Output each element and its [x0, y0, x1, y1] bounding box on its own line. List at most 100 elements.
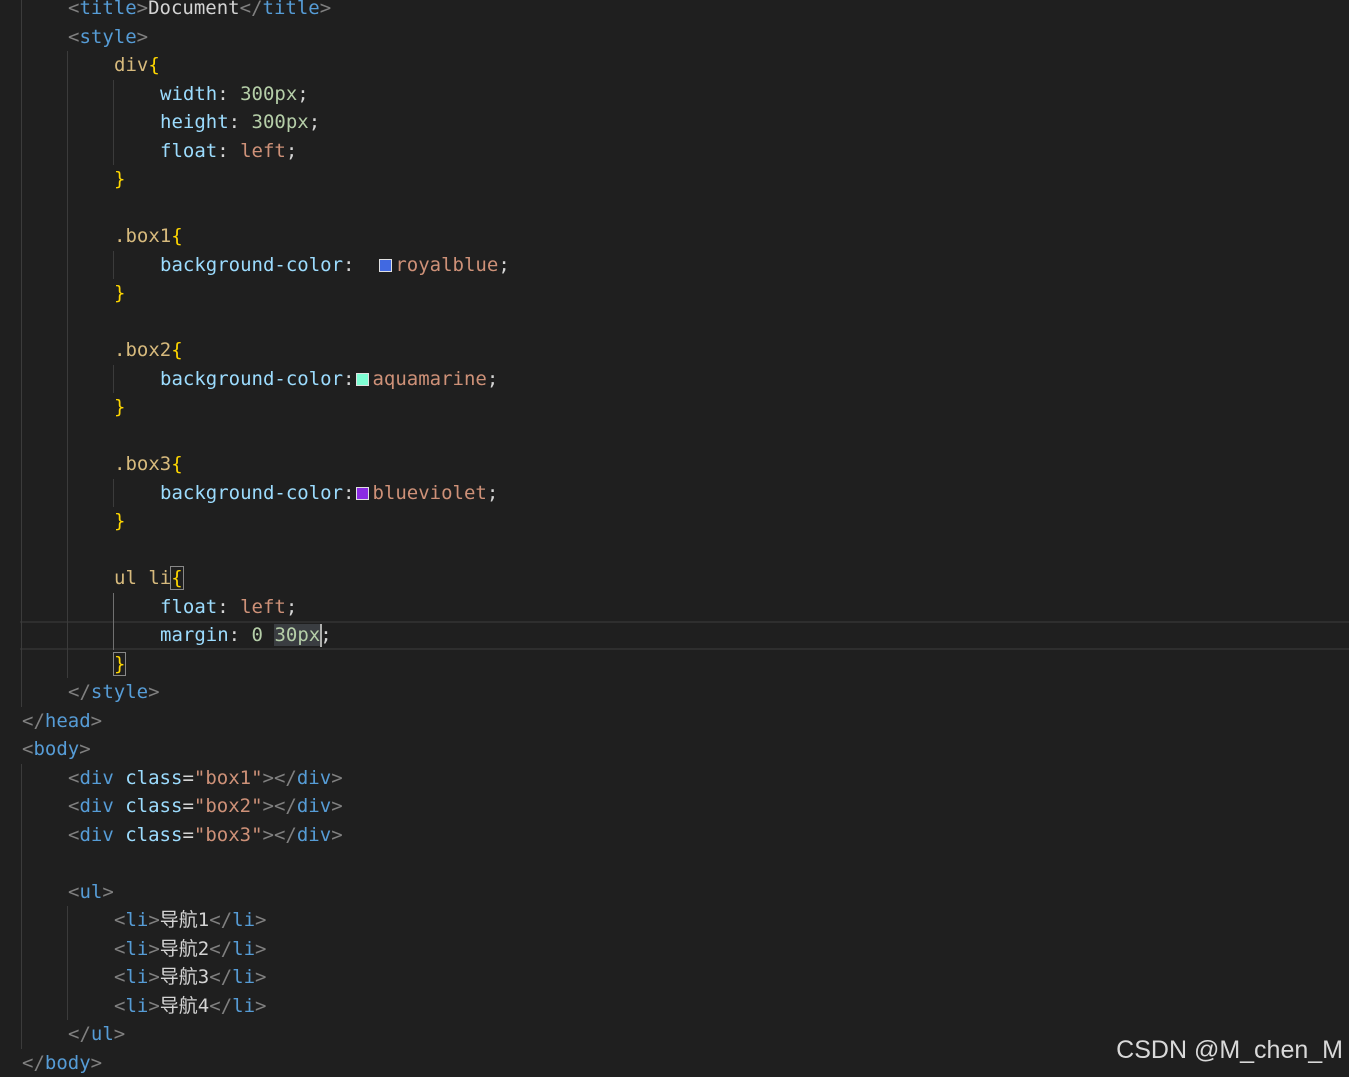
- code-token: >: [91, 1052, 102, 1074]
- code-line[interactable]: .box2{: [0, 336, 1349, 365]
- code-token: li: [125, 995, 148, 1017]
- code-line[interactable]: </style>: [0, 678, 1349, 707]
- code-line[interactable]: <div class="box3"></div>: [0, 821, 1349, 850]
- code-token: ;: [309, 111, 320, 133]
- code-line[interactable]: [0, 194, 1349, 223]
- code-token: </: [209, 909, 232, 931]
- code-line[interactable]: [0, 422, 1349, 451]
- indent-guide: [21, 393, 22, 422]
- code-line[interactable]: div{: [0, 51, 1349, 80]
- code-token: :: [217, 140, 240, 162]
- code-line[interactable]: float: left;: [0, 593, 1349, 622]
- code-line-content: <style>: [68, 23, 148, 52]
- code-token: ;: [487, 368, 498, 390]
- code-token: {: [148, 54, 159, 76]
- code-line[interactable]: }: [0, 393, 1349, 422]
- code-token: ></: [263, 795, 297, 817]
- code-line[interactable]: <li>导航1</li>: [0, 906, 1349, 935]
- code-line[interactable]: }: [0, 650, 1349, 679]
- code-line[interactable]: [0, 849, 1349, 878]
- code-token: >: [148, 938, 159, 960]
- code-token: >: [255, 938, 266, 960]
- indent-guide: [67, 279, 68, 308]
- code-line[interactable]: width: 300px;: [0, 80, 1349, 109]
- code-line-content: }: [114, 393, 125, 422]
- code-line[interactable]: <style>: [0, 23, 1349, 52]
- indent-guide: [67, 137, 68, 166]
- code-token: }: [114, 168, 125, 190]
- code-token: royalblue: [395, 254, 498, 276]
- code-line[interactable]: background-color: royalblue;: [0, 251, 1349, 280]
- code-line[interactable]: height: 300px;: [0, 108, 1349, 137]
- code-line[interactable]: <div class="box1"></div>: [0, 764, 1349, 793]
- code-token: </: [68, 1023, 91, 1045]
- color-swatch[interactable]: [356, 487, 369, 500]
- code-line-content: background-color:aquamarine;: [160, 365, 498, 394]
- code-token: [114, 824, 125, 846]
- code-token: div: [79, 795, 113, 817]
- code-token: li: [125, 966, 148, 988]
- indent-guide: [113, 621, 114, 650]
- code-token: body: [45, 1052, 91, 1074]
- code-token: head: [45, 710, 91, 732]
- code-line-content: <li>导航3</li>: [114, 963, 266, 992]
- code-token: ></: [263, 767, 297, 789]
- code-line[interactable]: background-color:aquamarine;: [0, 365, 1349, 394]
- code-editor[interactable]: <title>Document</title><style>div{width:…: [0, 0, 1349, 1077]
- indent-guide: [113, 108, 114, 137]
- indent-guide: [67, 992, 68, 1021]
- code-line[interactable]: .box3{: [0, 450, 1349, 479]
- code-line-content: background-color: royalblue;: [160, 251, 510, 280]
- indent-guide: [21, 878, 22, 907]
- code-token: </: [68, 681, 91, 703]
- indent-guide: [21, 935, 22, 964]
- code-token: =: [182, 795, 193, 817]
- code-line-content: }: [114, 650, 125, 679]
- indent-guide: [21, 536, 22, 565]
- code-line[interactable]: <li>导航2</li>: [0, 935, 1349, 964]
- code-line[interactable]: ul li{: [0, 564, 1349, 593]
- indent-guide: [21, 479, 22, 508]
- code-line[interactable]: <ul>: [0, 878, 1349, 907]
- indent-guide: [21, 507, 22, 536]
- code-line[interactable]: <div class="box2"></div>: [0, 792, 1349, 821]
- code-line[interactable]: margin: 0 30px;: [0, 621, 1349, 650]
- code-token: "box2": [194, 795, 263, 817]
- code-token: 导航3: [160, 966, 209, 988]
- code-token: float: [160, 596, 217, 618]
- indent-guide: [21, 51, 22, 80]
- code-line[interactable]: </head>: [0, 707, 1349, 736]
- indent-guide: [21, 792, 22, 821]
- code-token: 300px: [252, 111, 309, 133]
- code-line[interactable]: }: [0, 165, 1349, 194]
- code-token: 导航4: [160, 995, 209, 1017]
- code-line[interactable]: <body>: [0, 735, 1349, 764]
- code-line[interactable]: }: [0, 507, 1349, 536]
- code-line-content: height: 300px;: [160, 108, 320, 137]
- code-line[interactable]: <li>导航4</li>: [0, 992, 1349, 1021]
- code-line[interactable]: background-color:blueviolet;: [0, 479, 1349, 508]
- code-token: <: [114, 995, 125, 1017]
- indent-guide: [113, 593, 114, 622]
- code-line[interactable]: float: left;: [0, 137, 1349, 166]
- code-line-content: div{: [114, 51, 160, 80]
- indent-guide: [21, 422, 22, 451]
- code-line-content: <div class="box3"></div>: [68, 821, 343, 850]
- code-line[interactable]: [0, 308, 1349, 337]
- code-token: div: [297, 795, 331, 817]
- code-line[interactable]: [0, 536, 1349, 565]
- indent-guide: [67, 593, 68, 622]
- code-line[interactable]: .box1{: [0, 222, 1349, 251]
- color-swatch[interactable]: [356, 373, 369, 386]
- code-line[interactable]: <title>Document</title>: [0, 0, 1349, 23]
- code-token: ;: [286, 140, 297, 162]
- code-token: :: [343, 482, 354, 504]
- code-line[interactable]: <li>导航3</li>: [0, 963, 1349, 992]
- indent-guide: [21, 336, 22, 365]
- code-token: 导航2: [160, 938, 209, 960]
- indent-guide: [67, 479, 68, 508]
- indent-guide: [21, 621, 22, 650]
- code-line[interactable]: }: [0, 279, 1349, 308]
- code-token: </: [209, 938, 232, 960]
- color-swatch[interactable]: [379, 259, 392, 272]
